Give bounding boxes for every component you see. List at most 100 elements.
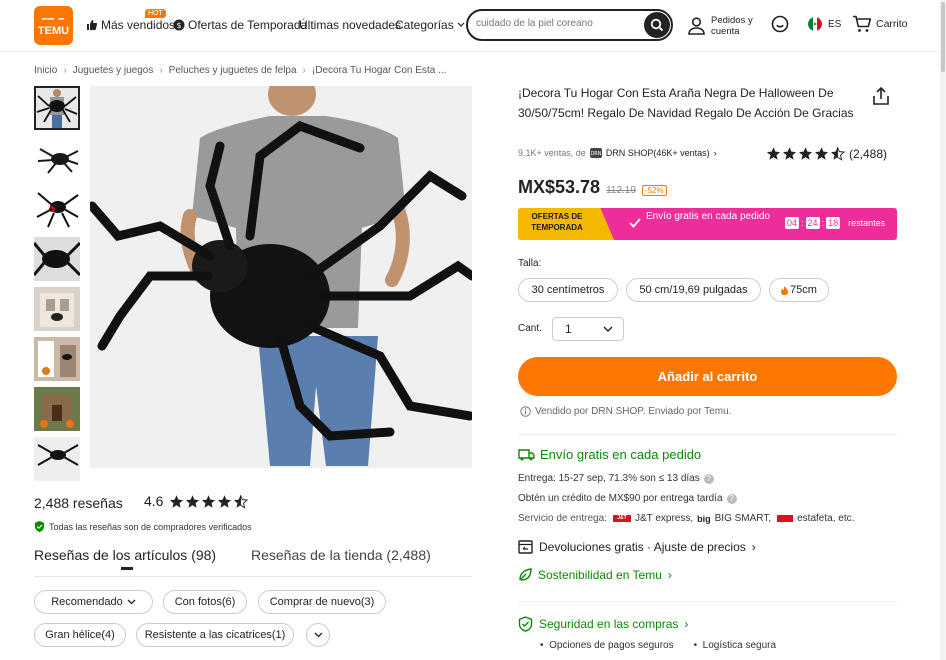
- discount-badge: -52%: [641, 185, 667, 196]
- nav-seasonal-offers[interactable]: $ Ofertas de Temporada: [173, 18, 307, 32]
- info-icon: [520, 406, 531, 417]
- filter-chip[interactable]: Resistente a las cicatrices(1): [136, 623, 294, 647]
- filter-chip[interactable]: Gran hélice(4): [34, 623, 126, 647]
- search-input[interactable]: [476, 18, 636, 29]
- list-item-label: Opciones de pagos seguros: [549, 640, 674, 651]
- seasonal-offers-badge: OFERTAS DE TEMPORADA: [518, 208, 614, 240]
- credit-text: Obtén un crédito de MX$90 por entrega ta…: [518, 493, 723, 504]
- filter-chip[interactable]: Comprar de nuevo(3): [258, 590, 386, 614]
- sales-info: 9.1K+ ventas, de DRN DRN SHOP(46K+ venta…: [518, 148, 717, 158]
- tab-store-reviews[interactable]: Reseñas de la tienda (2,488): [251, 547, 431, 563]
- temu-logo[interactable]: ━━ ━ TEMU: [34, 6, 73, 45]
- search-button[interactable]: [644, 12, 670, 38]
- security-label: Seguridad en las compras: [539, 617, 679, 631]
- breadcrumb-item[interactable]: Peluches y juguetes de felpa: [169, 65, 297, 76]
- spider-web-thumbnail-image: [34, 437, 80, 467]
- chevron-right-icon: ›: [751, 540, 756, 554]
- help-icon[interactable]: ?: [726, 493, 737, 504]
- account-label: Pedidos y cuenta: [711, 15, 753, 37]
- free-shipping-label: Envío gratis en cada pedido: [540, 447, 702, 462]
- thumbnail[interactable]: [34, 137, 80, 181]
- logo-mark: ━━ ━: [41, 14, 66, 25]
- breadcrumb-item[interactable]: Juguetes y juegos: [73, 65, 154, 76]
- chevron-down-icon: [314, 632, 322, 638]
- nav-new-arrivals[interactable]: Últimas novedades: [299, 18, 401, 32]
- review-tabs: Reseñas de los artículos (98) Reseñas de…: [34, 547, 472, 577]
- quantity-value: 1: [565, 322, 572, 336]
- thumbnail[interactable]: [34, 187, 80, 231]
- language-label: ES: [828, 18, 842, 30]
- halloween-house-thumbnail-image: [34, 387, 80, 431]
- star-rating: [169, 494, 249, 509]
- verified-notice: Todas las reseñas son de compradores ver…: [34, 521, 252, 532]
- flame-icon: [781, 285, 789, 295]
- share-icon: [873, 86, 889, 105]
- nav-best-sellers[interactable]: Más vendidos: [86, 18, 175, 32]
- verified-shield-icon: [34, 521, 45, 532]
- quantity-select[interactable]: 1: [552, 317, 624, 341]
- help-icon[interactable]: ?: [703, 473, 714, 484]
- star-icon: [766, 147, 781, 160]
- house-decor-thumbnail-image: [34, 287, 80, 331]
- nav-label: Últimas novedades: [299, 18, 402, 32]
- cart-button[interactable]: Carrito: [852, 15, 908, 33]
- main-product-image[interactable]: [90, 86, 472, 468]
- breadcrumb: Inicio › Juguetes y juegos › Peluches y ju…: [34, 65, 446, 76]
- share-button[interactable]: [872, 86, 890, 109]
- nav-categories[interactable]: Categorías: [395, 18, 465, 32]
- thumbnail[interactable]: [34, 237, 80, 281]
- product-title: ¡Decora Tu Hogar Con Esta Araña Negra De…: [518, 86, 854, 120]
- delivery-estimate: Entrega: 15-27 sep, 71.3% son ≤ 13 días …: [518, 473, 714, 484]
- shop-logo-icon: DRN: [589, 148, 602, 158]
- star-icon: [782, 147, 797, 160]
- product-rating[interactable]: (2,488): [766, 146, 887, 161]
- chevron-right-icon: ›: [713, 148, 717, 158]
- support-button[interactable]: [771, 15, 789, 36]
- list-item-label: Logística segura: [702, 640, 777, 651]
- list-item: • Opciones de pagos seguros: [540, 640, 674, 651]
- cart-icon: [853, 15, 872, 32]
- thumbnail[interactable]: [34, 287, 80, 331]
- size-option[interactable]: 50 cm/19,69 pulgadas: [626, 278, 761, 302]
- review-rating[interactable]: 4.6: [144, 493, 249, 509]
- half-star-icon: [830, 147, 845, 161]
- scrollbar-thumb[interactable]: [941, 2, 945, 72]
- star-icon: [186, 494, 200, 508]
- timer-suffix: restantes: [848, 218, 886, 228]
- security-section[interactable]: Seguridad en las compras ›: [518, 616, 688, 632]
- rating-value: 4.6: [144, 493, 164, 509]
- star-icon: [202, 494, 216, 508]
- logo-text: TEMU: [37, 24, 70, 37]
- filter-chip[interactable]: Con fotos(6): [163, 590, 247, 614]
- returns-section[interactable]: Devoluciones gratis · Ajuste de precios …: [518, 540, 756, 554]
- security-list: • Opciones de pagos seguros • Logística …: [540, 640, 776, 651]
- breadcrumb-item[interactable]: Inicio: [34, 65, 57, 76]
- thumbnail[interactable]: [34, 86, 80, 130]
- divider: [518, 434, 897, 435]
- shop-link[interactable]: DRN SHOP(46K+ ventas): [606, 148, 710, 158]
- add-to-cart-button[interactable]: Añadir al carrito: [518, 357, 897, 396]
- review-count[interactable]: 2,488 reseñas: [34, 495, 123, 511]
- more-filters-button[interactable]: [306, 623, 330, 647]
- size-option[interactable]: 75cm: [769, 278, 829, 302]
- free-shipping-title[interactable]: Envío gratis en cada pedido: [518, 447, 701, 462]
- checkmark-icon: [629, 218, 641, 228]
- thumbnail[interactable]: [34, 387, 80, 431]
- page-scrollbar[interactable]: [940, 0, 946, 660]
- tab-item-reviews[interactable]: Reseñas de los artículos (98): [34, 547, 216, 563]
- jt-logo-icon: J&T: [612, 515, 631, 522]
- sold-by-text: Vendido por DRN SHOP. Enviado por Temu.: [535, 406, 732, 417]
- thumbnail[interactable]: [34, 337, 80, 381]
- size-option[interactable]: 30 centímetros: [518, 278, 618, 302]
- hot-badge: HOT: [145, 9, 166, 18]
- cart-label: Carrito: [876, 18, 908, 30]
- shield-check-icon: [518, 616, 533, 632]
- sort-dropdown[interactable]: Recomendado: [34, 590, 153, 614]
- timer-hours: 04: [785, 217, 800, 229]
- sustainability-section[interactable]: Sostenibilidad en Temu ›: [518, 568, 672, 582]
- rating-count: (2,488): [849, 146, 888, 161]
- account-menu[interactable]: Pedidos y cuenta: [688, 15, 757, 37]
- language-selector[interactable]: ES: [806, 17, 841, 31]
- thumbnail[interactable]: [34, 437, 80, 481]
- delivery-text: Entrega: 15-27 sep, 71.3% son ≤ 13 días: [518, 473, 700, 484]
